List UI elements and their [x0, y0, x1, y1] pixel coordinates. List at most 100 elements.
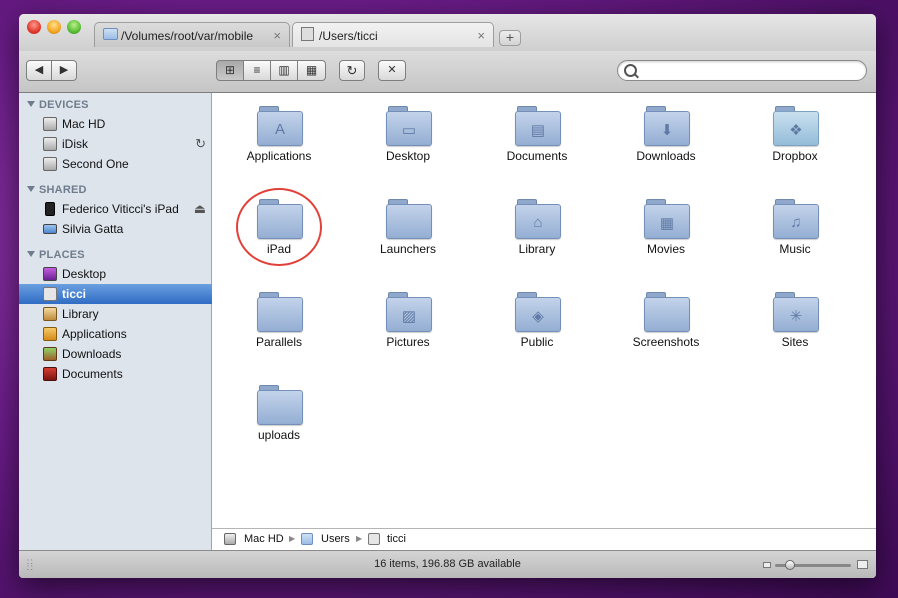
sidebar: DEVICES Mac HD iDisk ↻ Second One SHARED…: [19, 93, 212, 562]
sidebar-section-shared[interactable]: SHARED: [27, 184, 87, 196]
sidebar-item-label: Silvia Gatta: [62, 222, 124, 236]
sidebar-item-second-one[interactable]: Second One: [19, 154, 212, 174]
music-folder-icon: ♫: [773, 199, 819, 239]
movies-folder-icon: ▦: [644, 199, 690, 239]
icon-view-button[interactable]: ⊞: [216, 60, 244, 81]
path-crumb-mac-hd[interactable]: Mac HD: [244, 533, 284, 545]
sidebar-item-label: ticci: [62, 287, 87, 301]
sidebar-section-devices[interactable]: DEVICES: [27, 99, 89, 111]
file-item-parallels[interactable]: Parallels: [224, 284, 334, 364]
file-item-launchers[interactable]: Launchers: [353, 191, 463, 271]
section-title: SHARED: [39, 184, 87, 196]
sidebar-item-ipad[interactable]: Federico Viticci's iPad ⏏: [19, 199, 212, 219]
sidebar-item-silvia-gatta[interactable]: Silvia Gatta: [19, 219, 212, 239]
file-item-movies[interactable]: ▦ Movies: [611, 191, 721, 271]
file-item-sites[interactable]: ✳ Sites: [740, 284, 850, 364]
home-icon: [368, 533, 380, 545]
hard-drive-icon: [43, 157, 57, 171]
file-item-pictures[interactable]: ▨ Pictures: [353, 284, 463, 364]
file-item-documents[interactable]: ▤ Documents: [482, 98, 592, 178]
file-item-label: Movies: [646, 242, 685, 256]
tab-close-button[interactable]: ×: [477, 28, 485, 43]
eject-icon[interactable]: ⏏: [194, 201, 206, 217]
file-item-label: Desktop: [385, 149, 431, 163]
sidebar-item-idisk[interactable]: iDisk ↻: [19, 134, 212, 154]
disclosure-triangle-icon: [27, 101, 35, 107]
sidebar-item-label: Federico Viticci's iPad: [62, 202, 179, 216]
idisk-icon: [43, 137, 57, 151]
back-button[interactable]: ◀: [26, 60, 52, 81]
file-icon-grid: A Applications ▭ Desktop ▤ Documents ⬇ D…: [212, 93, 876, 528]
sidebar-item-mac-hd[interactable]: Mac HD: [19, 114, 212, 134]
file-item-label: Music: [779, 242, 811, 256]
file-item-uploads[interactable]: uploads: [224, 377, 334, 457]
highlight-circle-annotation: [236, 188, 322, 266]
folder-icon: [257, 385, 303, 425]
desktop-icon: [43, 267, 57, 281]
coverflow-view-button[interactable]: ▦: [297, 60, 326, 81]
sidebar-item-applications[interactable]: Applications: [19, 324, 212, 344]
tab-close-button[interactable]: ×: [273, 28, 281, 43]
file-item-label: Applications: [246, 149, 312, 163]
file-item-label: uploads: [257, 428, 301, 442]
path-crumb-users[interactable]: Users: [321, 533, 350, 545]
library-icon: [43, 307, 57, 321]
icon-size-slider[interactable]: [775, 560, 851, 570]
search-field[interactable]: [617, 60, 867, 81]
section-title: DEVICES: [39, 99, 89, 111]
file-item-downloads[interactable]: ⬇ Downloads: [611, 98, 721, 178]
file-item-applications[interactable]: A Applications: [224, 98, 334, 178]
sidebar-item-label: Mac HD: [62, 117, 106, 131]
ipad-device-icon: [45, 202, 55, 216]
new-tab-button[interactable]: +: [499, 30, 521, 46]
section-title: PLACES: [39, 249, 85, 261]
file-item-library[interactable]: ⌂ Library: [482, 191, 592, 271]
column-view-button[interactable]: ▥: [270, 60, 298, 81]
sidebar-item-label: Library: [62, 307, 99, 321]
disclosure-triangle-icon: [27, 186, 35, 192]
action-button[interactable]: ✕: [378, 60, 406, 81]
refresh-button[interactable]: ↻: [339, 60, 365, 81]
hard-drive-icon: [43, 117, 57, 131]
folder-icon: [386, 199, 432, 239]
minimize-window-button[interactable]: [47, 20, 61, 34]
file-item-dropbox[interactable]: ❖ Dropbox: [740, 98, 850, 178]
file-item-label: Sites: [781, 335, 809, 349]
downloads-icon: [43, 347, 57, 361]
forward-button[interactable]: ▶: [51, 60, 77, 81]
large-icon-size-icon: [857, 560, 868, 569]
public-folder-icon: ◈: [515, 292, 561, 332]
sidebar-item-library[interactable]: Library: [19, 304, 212, 324]
chevron-right-icon: ▶: [356, 534, 363, 543]
tab-volumes-mobile[interactable]: /Volumes/root/var/mobile ×: [94, 22, 290, 47]
sidebar-item-label: Second One: [62, 157, 129, 171]
sync-icon[interactable]: ↻: [195, 136, 206, 152]
zoom-window-button[interactable]: [67, 20, 81, 34]
sidebar-item-label: Desktop: [62, 267, 107, 281]
file-item-label: Launchers: [379, 242, 437, 256]
file-item-label: Parallels: [255, 335, 303, 349]
finder-window: /Volumes/root/var/mobile × /Users/ticci …: [19, 14, 876, 578]
path-crumb-ticci[interactable]: ticci: [387, 533, 406, 545]
documents-icon: [43, 367, 57, 381]
library-folder-icon: ⌂: [515, 199, 561, 239]
file-item-music[interactable]: ♫ Music: [740, 191, 850, 271]
sidebar-item-documents[interactable]: Documents: [19, 364, 212, 384]
sidebar-item-desktop[interactable]: Desktop: [19, 264, 212, 284]
sidebar-section-places[interactable]: PLACES: [27, 249, 85, 261]
applications-icon: [43, 327, 57, 341]
sidebar-item-ticci[interactable]: ticci: [19, 284, 212, 304]
search-input[interactable]: [642, 63, 861, 80]
file-item-public[interactable]: ◈ Public: [482, 284, 592, 364]
status-bar: ∷ ∷ 16 items, 196.88 GB available: [19, 550, 876, 578]
sidebar-item-label: iDisk: [62, 137, 88, 151]
folder-icon: [103, 28, 118, 40]
file-item-screenshots[interactable]: Screenshots: [611, 284, 721, 364]
file-item-desktop[interactable]: ▭ Desktop: [353, 98, 463, 178]
downloads-folder-icon: ⬇: [644, 106, 690, 146]
list-view-button[interactable]: ≡: [243, 60, 271, 81]
file-item-label: Screenshots: [632, 335, 700, 349]
sidebar-item-downloads[interactable]: Downloads: [19, 344, 212, 364]
close-window-button[interactable]: [27, 20, 41, 34]
tab-users-ticci[interactable]: /Users/ticci ×: [292, 22, 494, 47]
